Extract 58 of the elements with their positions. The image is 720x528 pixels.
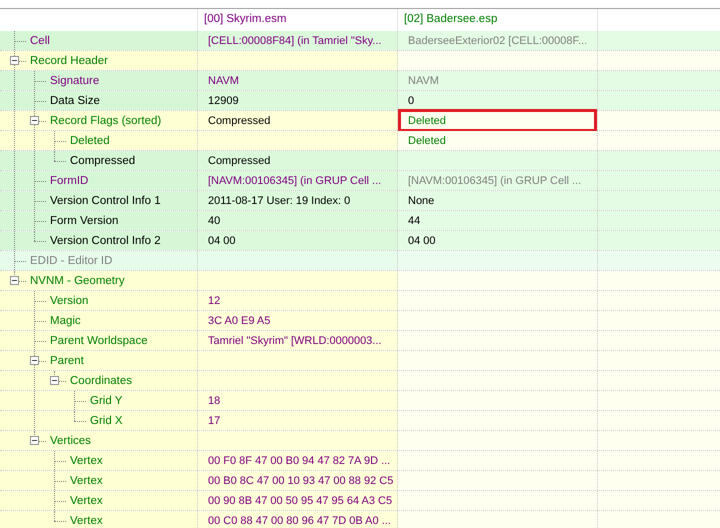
value-cell: 04 00 [198, 231, 398, 250]
field-label: Grid Y [90, 394, 122, 409]
value-cell: 0 [398, 91, 598, 110]
value-cell: Tamriel "Skyrim" [WRLD:0000003... [198, 331, 398, 350]
field-label: Form Version [50, 214, 118, 229]
field-label: EDID - Editor ID [30, 254, 112, 269]
field-label: Cell [30, 34, 50, 49]
field-label: Vertex [70, 494, 103, 509]
field-label: Signature [50, 74, 100, 89]
value-cell: Compressed [198, 111, 398, 130]
field-label: FormID [50, 174, 88, 189]
field-label: Version Control Info 1 [50, 194, 161, 209]
collapse-icon[interactable] [50, 376, 59, 385]
value-cell: Deleted [398, 111, 598, 130]
value-cell: 12909 [198, 91, 398, 110]
value-cell: [NAVM:00106345] (in GRUP Cell ... [398, 171, 598, 190]
collapse-icon[interactable] [30, 116, 39, 125]
value-cell: 18 [198, 391, 398, 410]
value-cell: 3C A0 E9 A5 [198, 311, 398, 330]
field-label: Grid X [90, 414, 123, 429]
collapse-icon[interactable] [10, 56, 19, 65]
field-label: Parent Worldspace [50, 334, 148, 349]
field-label: Parent [50, 354, 84, 369]
value-cell: 00 90 8B 47 00 50 95 47 95 64 A3 C5 [198, 491, 398, 510]
value-cell: [NAVM:00106345] (in GRUP Cell ... [198, 171, 398, 190]
value-cell: 00 C0 88 47 00 80 96 47 7D 0B A0 ... [198, 511, 398, 528]
field-label: Vertices [50, 434, 91, 449]
field-label: Record Flags (sorted) [50, 114, 162, 129]
value-cell: Compressed [198, 151, 398, 170]
field-label: Magic [50, 314, 81, 329]
field-label: Record Header [30, 54, 108, 69]
value-cell: 00 F0 8F 47 00 B0 94 47 82 7A 9D ... [198, 451, 398, 470]
value-cell: [CELL:00008F84] (in Tamriel "Sky... [198, 31, 398, 50]
collapse-icon[interactable] [30, 436, 39, 445]
value-cell: 17 [198, 411, 398, 430]
value-cell: NAVM [398, 71, 598, 90]
field-label: Version Control Info 2 [50, 234, 161, 249]
field-label: Version [50, 294, 88, 309]
field-label: Vertex [70, 474, 103, 489]
collapse-icon[interactable] [10, 276, 19, 285]
value-cell: NAVM [198, 71, 398, 90]
field-label: Coordinates [70, 374, 132, 389]
value-cell: 2011-08-17 User: 19 Index: 0 [198, 191, 398, 210]
field-label: Compressed [70, 154, 136, 169]
value-cell: 04 00 [398, 231, 598, 250]
value-cell: 00 B0 8C 47 00 10 93 47 00 88 92 C5 [198, 471, 398, 490]
value-cell: BaderseeExterior02 [CELL:00008F... [398, 31, 598, 50]
value-cell: Deleted [398, 131, 598, 150]
field-label: Data Size [50, 94, 100, 109]
field-label: Vertex [70, 454, 103, 469]
value-cell: 40 [198, 211, 398, 230]
value-cell: None [398, 191, 598, 210]
field-label: Vertex [70, 514, 103, 528]
value-cell: 12 [198, 291, 398, 310]
field-label: NVNM - Geometry [30, 274, 125, 289]
value-cell: 44 [398, 211, 598, 230]
collapse-icon[interactable] [30, 356, 39, 365]
field-label: Deleted [70, 134, 110, 149]
